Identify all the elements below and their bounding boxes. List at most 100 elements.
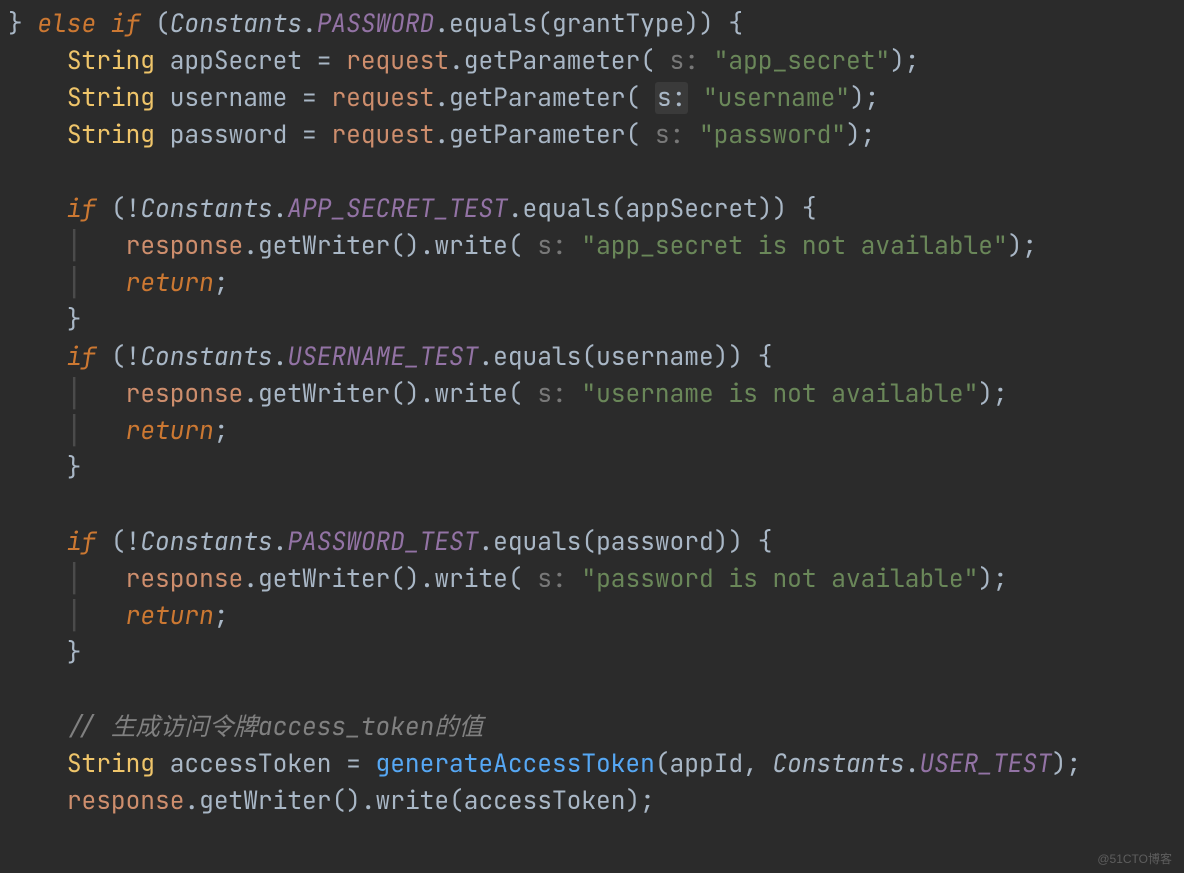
code-token: .: [434, 119, 449, 151]
code-token: getWriter: [258, 378, 390, 410]
code-token: "app_secret": [714, 45, 890, 77]
code-token: if: [67, 341, 96, 373]
code-token: [82, 230, 126, 262]
code-token: Constants: [772, 748, 904, 780]
code-token: String: [67, 82, 155, 114]
code-line[interactable]: │ return;: [8, 265, 1184, 302]
code-line[interactable]: }: [8, 635, 1184, 672]
code-token: USERNAME_TEST: [287, 341, 478, 373]
code-line[interactable]: │ return;: [8, 413, 1184, 450]
code-token: "username is not available": [581, 378, 978, 410]
code-token: ;: [214, 600, 229, 632]
code-token: [155, 45, 170, 77]
code-token: getWriter: [258, 563, 390, 595]
code-token: [82, 415, 126, 447]
code-token: appSecret: [625, 193, 757, 225]
code-token: .: [243, 378, 258, 410]
code-token: }: [8, 452, 82, 484]
code-line[interactable]: String username = request.getParameter( …: [8, 80, 1184, 117]
code-token: response: [126, 563, 244, 595]
code-token: =: [331, 748, 375, 780]
code-token: getWriter: [199, 785, 331, 817]
code-token: "password": [699, 119, 846, 151]
code-editor[interactable]: } else if (Constants.PASSWORD.equals(gra…: [0, 0, 1184, 820]
code-token: .: [449, 45, 464, 77]
code-line[interactable]: if (!Constants.PASSWORD_TEST.equals(pass…: [8, 524, 1184, 561]
code-line[interactable]: if (!Constants.USERNAME_TEST.equals(user…: [8, 339, 1184, 376]
code-token: request: [346, 45, 449, 77]
code-token: else if: [37, 8, 140, 40]
code-token: (: [611, 193, 626, 225]
code-token: [8, 711, 67, 743]
code-line[interactable]: if (!Constants.APP_SECRET_TEST.equals(ap…: [8, 191, 1184, 228]
code-token: // 生成访问令牌access_token的值: [67, 711, 484, 743]
code-token: s:: [655, 45, 714, 77]
code-token: [640, 82, 655, 114]
code-token: [82, 267, 126, 299]
code-token: .: [478, 341, 493, 373]
code-line[interactable]: response.getWriter().write(accessToken);: [8, 783, 1184, 820]
code-token: appSecret: [170, 45, 302, 77]
code-token: (: [537, 8, 552, 40]
code-line[interactable]: // 生成访问令牌access_token的值: [8, 709, 1184, 746]
code-token: [8, 600, 67, 632]
code-token: (: [508, 230, 523, 262]
code-line[interactable]: │ return;: [8, 598, 1184, 635]
code-token: [8, 45, 67, 77]
code-token: ().: [331, 785, 375, 817]
code-line[interactable]: }: [8, 302, 1184, 339]
code-line[interactable]: │ response.getWriter().write( s: "userna…: [8, 376, 1184, 413]
code-token: .: [243, 230, 258, 262]
code-line[interactable]: String accessToken = generateAccessToken…: [8, 746, 1184, 783]
code-token: [8, 526, 67, 558]
code-token: );: [850, 82, 879, 114]
code-token: (: [625, 119, 640, 151]
code-token: write: [434, 378, 508, 410]
code-token: );: [846, 119, 875, 151]
code-token: ().: [390, 563, 434, 595]
code-token: }: [8, 304, 82, 336]
code-token: ,: [743, 748, 772, 780]
code-token: .: [273, 526, 288, 558]
code-token: .: [184, 785, 199, 817]
code-token: =: [287, 119, 331, 151]
code-token: PASSWORD_TEST: [287, 526, 478, 558]
code-token: response: [67, 785, 185, 817]
code-token: ;: [214, 267, 229, 299]
code-token: equals: [523, 193, 611, 225]
code-line[interactable]: }: [8, 450, 1184, 487]
code-token: [8, 489, 23, 521]
code-line[interactable]: [8, 154, 1184, 191]
code-token: [8, 415, 67, 447]
code-token: [8, 785, 67, 817]
code-token: [8, 748, 67, 780]
code-token: accessToken: [170, 748, 332, 780]
code-line[interactable]: [8, 672, 1184, 709]
code-token: "password is not available": [581, 563, 978, 595]
code-line[interactable]: } else if (Constants.PASSWORD.equals(gra…: [8, 6, 1184, 43]
code-token: (: [581, 341, 596, 373]
code-token: [8, 267, 67, 299]
code-token: appId: [670, 748, 744, 780]
code-line[interactable]: [8, 487, 1184, 524]
code-token: username: [596, 341, 714, 373]
code-token: s:: [640, 119, 699, 151]
code-token: s:: [655, 82, 688, 114]
code-token: generateAccessToken: [376, 748, 655, 780]
code-token: write: [434, 230, 508, 262]
code-token: String: [67, 119, 155, 151]
code-token: =: [287, 82, 331, 114]
code-token: )) {: [684, 8, 743, 40]
code-token: request: [331, 119, 434, 151]
code-token: (!: [96, 341, 140, 373]
code-token: [8, 341, 67, 373]
code-token: );: [625, 785, 654, 817]
code-line[interactable]: String password = request.getParameter( …: [8, 117, 1184, 154]
code-token: password: [170, 119, 288, 151]
code-line[interactable]: String appSecret = request.getParameter(…: [8, 43, 1184, 80]
code-line[interactable]: │ response.getWriter().write( s: "passwo…: [8, 561, 1184, 598]
code-token: (: [508, 563, 523, 595]
watermark: @51CTO博客: [1097, 850, 1172, 867]
code-line[interactable]: │ response.getWriter().write( s: "app_se…: [8, 228, 1184, 265]
code-token: return: [126, 600, 214, 632]
